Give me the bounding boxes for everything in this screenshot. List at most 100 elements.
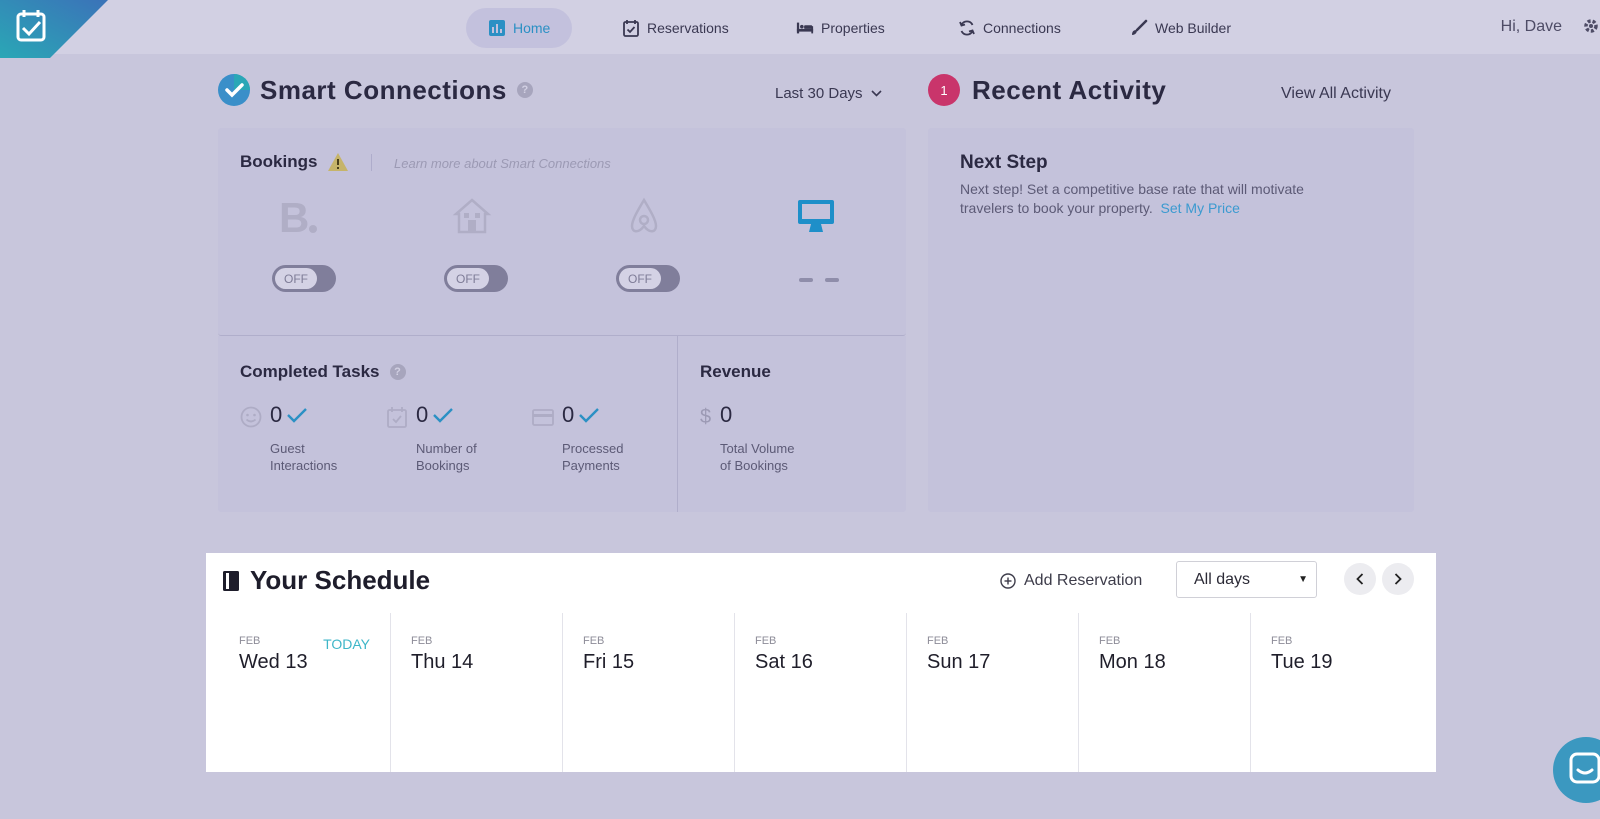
next-step-title: Next Step [960,152,1048,173]
calendar-check-icon [387,407,407,428]
day-column-wed-13[interactable]: FEB TODAY Wed 13 [219,613,391,772]
user-greeting[interactable]: Hi, Dave [1501,18,1562,36]
day-month: FEB [239,635,261,647]
homeaway-toggle-state: OFF [447,268,489,289]
day-month: FEB [411,635,433,647]
revenue-label-1: Total Volume [720,441,795,456]
nav-reservations-label: Reservations [647,20,729,36]
nav-properties-label: Properties [821,20,885,36]
day-month: FEB [1271,635,1293,647]
day-name: Wed 13 [239,651,308,673]
smiley-icon [240,406,262,428]
select-arrow-icon: ▼ [1298,574,1308,585]
booking-com-toggle[interactable]: OFF [272,265,336,292]
day-column-sat-16[interactable]: FEB Sat 16 [735,613,907,772]
day-month: FEB [927,635,949,647]
day-month: FEB [583,635,605,647]
chevron-left-icon [1356,573,1364,585]
airbnb-icon [612,192,676,240]
nav-reservations[interactable]: Reservations [600,8,751,48]
revenue-label-2: of Bookings [720,458,788,473]
homeaway-toggle[interactable]: OFF [444,265,508,292]
schedule-days: FEB TODAY Wed 13 FEB Thu 14 FEB Fri 15 F… [219,613,1422,772]
bookings-panel: Bookings Learn more about Smart Connecti… [218,128,906,336]
svg-text:B: B [279,196,309,236]
app-logo-icon[interactable] [0,0,108,58]
day-column-sun-17[interactable]: FEB Sun 17 [907,613,1079,772]
add-reservation-label: Add Reservation [1024,572,1143,589]
processed-payments-label-1: Processed [562,441,624,456]
bar-chart-icon [489,20,505,36]
previous-week-button[interactable] [1344,563,1376,595]
completed-tasks-panel: Completed Tasks ? 0 Guest Interactions 0 … [218,336,678,512]
day-name: Tue 19 [1271,651,1333,673]
booking-com-icon: B [268,192,332,240]
airbnb-toggle-state: OFF [619,268,661,289]
chevron-down-icon [870,90,882,97]
nav-connections-label: Connections [983,20,1061,36]
day-column-fri-15[interactable]: FEB Fri 15 [563,613,735,772]
number-of-bookings-value: 0 [416,402,429,427]
bookings-title: Bookings [240,152,318,171]
credit-card-icon [532,409,554,426]
day-name: Sat 16 [755,651,813,673]
day-month: FEB [755,635,777,647]
check-icon [287,408,308,423]
recent-activity-panel: Next Step Next step! Set a competitive b… [928,128,1414,512]
smart-connections-help-icon[interactable]: ? [516,82,533,98]
revenue-title: Revenue [700,362,771,381]
nav-properties[interactable]: Properties [774,8,907,48]
nav-home-label: Home [513,20,551,36]
nav-home[interactable]: Home [466,8,573,48]
nav-web-builder[interactable]: Web Builder [1108,8,1253,48]
chat-launcher-button[interactable] [1553,737,1600,803]
learn-more-link[interactable]: Learn more about Smart Connections [394,156,611,171]
book-icon [223,570,239,591]
day-name: Fri 15 [583,651,635,673]
homeaway-icon [440,192,504,240]
date-range-value: Last 30 Days [775,85,863,102]
set-my-price-link[interactable]: Set My Price [1161,200,1240,216]
processed-payments-value: 0 [562,402,575,427]
activity-count-badge: 1 [928,74,960,106]
completed-tasks-title: Completed Tasks ? [240,362,406,382]
next-week-button[interactable] [1382,563,1414,595]
day-column-mon-18[interactable]: FEB Mon 18 [1079,613,1251,772]
plus-circle-icon [1000,573,1016,589]
airbnb-toggle[interactable]: OFF [616,265,680,292]
sync-icon [959,20,975,36]
revenue-value: 0 [720,402,733,427]
schedule-header: Your Schedule [222,565,430,596]
number-of-bookings-label-1: Number of [416,441,477,456]
schedule-title: Your Schedule [250,565,431,595]
view-all-activity-link[interactable]: View All Activity [1281,85,1391,103]
recent-activity-title: Recent Activity [972,74,1167,105]
chat-icon [1569,752,1600,784]
booking-com-toggle-state: OFF [275,268,317,289]
brush-icon [1132,19,1148,35]
smart-connections-logo-icon [218,74,250,106]
dollar-icon: $ [700,406,712,428]
smart-connections-title: Smart Connections [260,74,507,105]
check-icon [433,408,454,423]
next-step-description: Next step! Set a competitive base rate t… [960,181,1304,216]
day-column-tue-19[interactable]: FEB Tue 19 [1251,613,1422,772]
divider [371,154,372,171]
date-range-dropdown[interactable]: Last 30 Days [775,85,882,102]
completed-tasks-help-icon[interactable]: ? [389,364,406,380]
recent-activity-header: 1 Recent Activity [928,74,1166,106]
gear-icon[interactable] [1582,17,1600,35]
top-navigation: Home Reservations Properties Connections… [0,0,1600,58]
processed-payments-label-2: Payments [562,458,620,473]
day-column-thu-14[interactable]: FEB Thu 14 [391,613,563,772]
warning-icon[interactable] [327,152,349,172]
nav-web-builder-label: Web Builder [1155,20,1232,36]
nav-connections[interactable]: Connections [936,8,1083,48]
chevron-right-icon [1394,573,1402,585]
day-name: Thu 14 [411,651,474,673]
days-filter-value: All days [1194,570,1251,588]
today-label: TODAY [323,636,370,652]
add-reservation-button[interactable]: Add Reservation [1000,572,1142,590]
days-filter-select[interactable]: All days ▼ [1176,561,1317,598]
guest-interactions-label-2: Interactions [270,458,338,473]
